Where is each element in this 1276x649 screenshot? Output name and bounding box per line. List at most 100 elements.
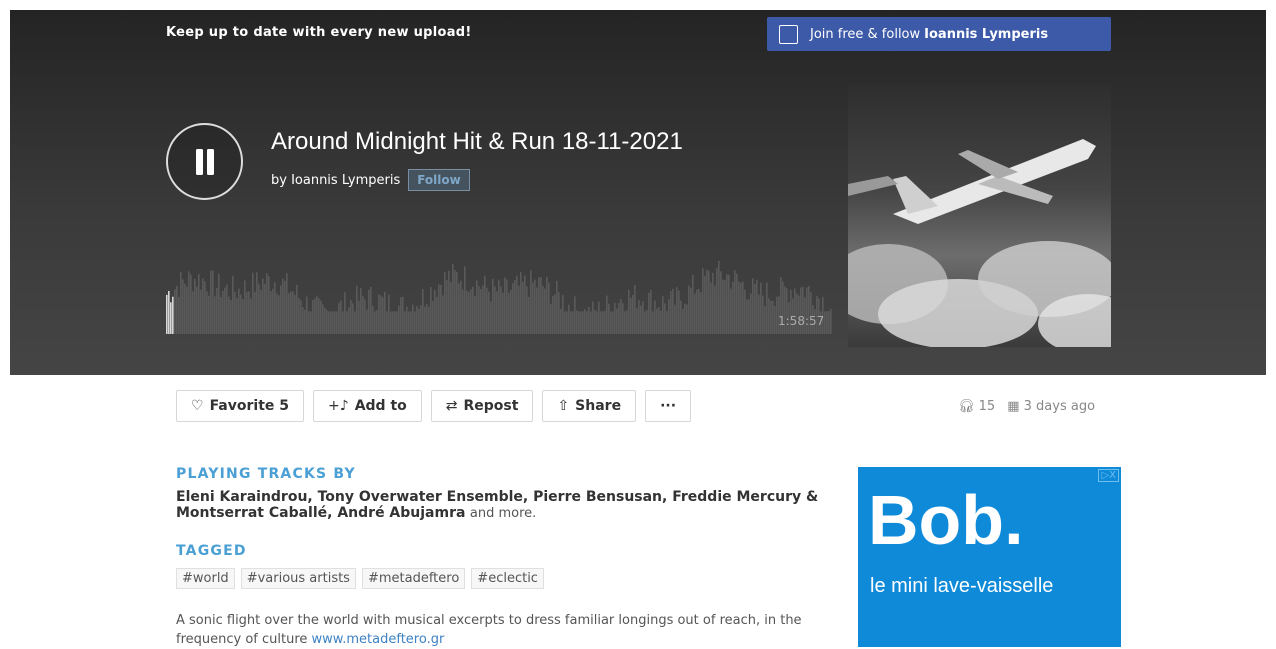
- waveform-bar: [336, 311, 338, 334]
- waveform-bar: [212, 270, 214, 334]
- join-prefix: Join free & follow: [810, 26, 921, 42]
- waveform-bar: [182, 279, 184, 334]
- waveform-bar: [708, 270, 710, 334]
- waveform-bar: [358, 300, 360, 334]
- waveform-bar: [210, 270, 212, 334]
- waveform-bar: [570, 311, 572, 334]
- waveform-bar: [762, 295, 764, 334]
- waveform-bar: [498, 279, 500, 334]
- waveform-bar: [190, 274, 192, 334]
- description-text: A sonic flight over the world with music…: [176, 613, 802, 647]
- waveform-bar: [754, 284, 756, 334]
- waveform-bar: [214, 296, 216, 334]
- pause-button[interactable]: [166, 123, 243, 200]
- waveform-bar: [680, 300, 682, 334]
- waveform-bar: [604, 310, 606, 334]
- description-link[interactable]: www.metadeftero.gr: [312, 632, 445, 647]
- waveform-bar: [368, 289, 370, 334]
- waveform-bar: [184, 283, 186, 334]
- waveform-bar: [760, 282, 762, 334]
- waveform-bar: [290, 291, 292, 334]
- waveform-bar: [172, 296, 174, 334]
- add-to-button[interactable]: +♪ Add to: [313, 390, 422, 422]
- waveform-bar: [540, 276, 542, 334]
- waveform-bar: [738, 281, 740, 334]
- waveform-bar: [256, 272, 258, 334]
- waveform-bar: [642, 301, 644, 334]
- waveform-bar: [452, 263, 454, 334]
- waveform-bar: [388, 294, 390, 334]
- waveform-bar: [588, 306, 590, 334]
- waveform-bar: [620, 298, 622, 334]
- waveform-bar: [766, 282, 768, 334]
- waveform-bar: [550, 303, 552, 334]
- waveform-bar: [308, 311, 310, 334]
- waveform-bar: [736, 273, 738, 334]
- waveform-bar: [634, 284, 636, 334]
- favorite-button[interactable]: ♡ Favorite 5: [176, 390, 305, 422]
- waveform-bar: [166, 294, 168, 334]
- waveform-bar: [652, 311, 654, 334]
- waveform-bar: [478, 286, 480, 334]
- waveform-bar: [174, 289, 176, 334]
- waveform-bar: [710, 282, 712, 334]
- waveform-bar: [206, 291, 208, 334]
- artist-link[interactable]: by Ioannis Lymperis: [271, 173, 400, 188]
- waveform-bar: [366, 309, 368, 334]
- tag[interactable]: #various artists: [240, 568, 356, 589]
- waveform-bar: [178, 296, 180, 334]
- byline: by Ioannis Lymperis Follow: [271, 169, 470, 191]
- repost-button[interactable]: ⇄ Repost: [430, 390, 534, 422]
- waveform-bar: [612, 311, 614, 334]
- waveform-bar: [572, 311, 574, 334]
- waveform-bar: [704, 275, 706, 334]
- headphones-icon: 🎧︎: [958, 399, 975, 414]
- waveform[interactable]: [166, 250, 832, 334]
- follow-button[interactable]: Follow: [408, 169, 470, 191]
- waveform-bar: [504, 277, 506, 334]
- waveform-bar: [168, 290, 170, 334]
- more-button[interactable]: ···: [645, 390, 692, 422]
- description: A sonic flight over the world with music…: [176, 611, 836, 649]
- waveform-bar: [202, 278, 204, 334]
- waveform-bar: [684, 303, 686, 334]
- advertisement[interactable]: ▷X Bob. le mini lave-vaisselle: [858, 467, 1121, 647]
- waveform-bar: [410, 311, 412, 334]
- tag[interactable]: #metadeftero: [361, 568, 466, 589]
- waveform-bar: [752, 278, 754, 334]
- waveform-bar: [350, 300, 352, 334]
- waveform-bar: [462, 289, 464, 334]
- adchoices-icon[interactable]: ▷X: [1098, 469, 1119, 482]
- waveform-bar: [690, 287, 692, 334]
- tag[interactable]: #eclectic: [471, 568, 544, 589]
- join-follow-button[interactable]: Join free & follow Ioannis Lymperis: [767, 17, 1111, 51]
- waveform-bar: [268, 276, 270, 334]
- waveform-bar: [458, 283, 460, 334]
- waveform-bar: [342, 311, 344, 334]
- waveform-bar: [574, 296, 576, 334]
- waveform-bar: [768, 298, 770, 334]
- waveform-bar: [692, 275, 694, 334]
- waveform-bar: [378, 294, 380, 334]
- waveform-bar: [236, 298, 238, 334]
- waveform-bar: [548, 282, 550, 334]
- waveform-bar: [480, 289, 482, 334]
- tag[interactable]: #world: [176, 568, 235, 589]
- waveform-bar: [474, 296, 476, 334]
- waveform-bar: [372, 305, 374, 334]
- waveform-bar: [304, 309, 306, 334]
- waveform-bar: [744, 289, 746, 334]
- waveform-bar: [208, 295, 210, 334]
- waveform-bar: [484, 275, 486, 334]
- share-button[interactable]: ⇧ Share: [542, 390, 637, 422]
- waveform-bar: [506, 279, 508, 334]
- waveform-bar: [656, 308, 658, 334]
- waveform-bar: [628, 289, 630, 334]
- waveform-bar: [340, 300, 342, 334]
- waveform-bar: [332, 311, 334, 334]
- waveform-bar: [222, 290, 224, 334]
- waveform-bar: [482, 285, 484, 334]
- waveform-bar: [362, 296, 364, 334]
- waveform-bar: [646, 310, 648, 334]
- waveform-bar: [666, 311, 668, 334]
